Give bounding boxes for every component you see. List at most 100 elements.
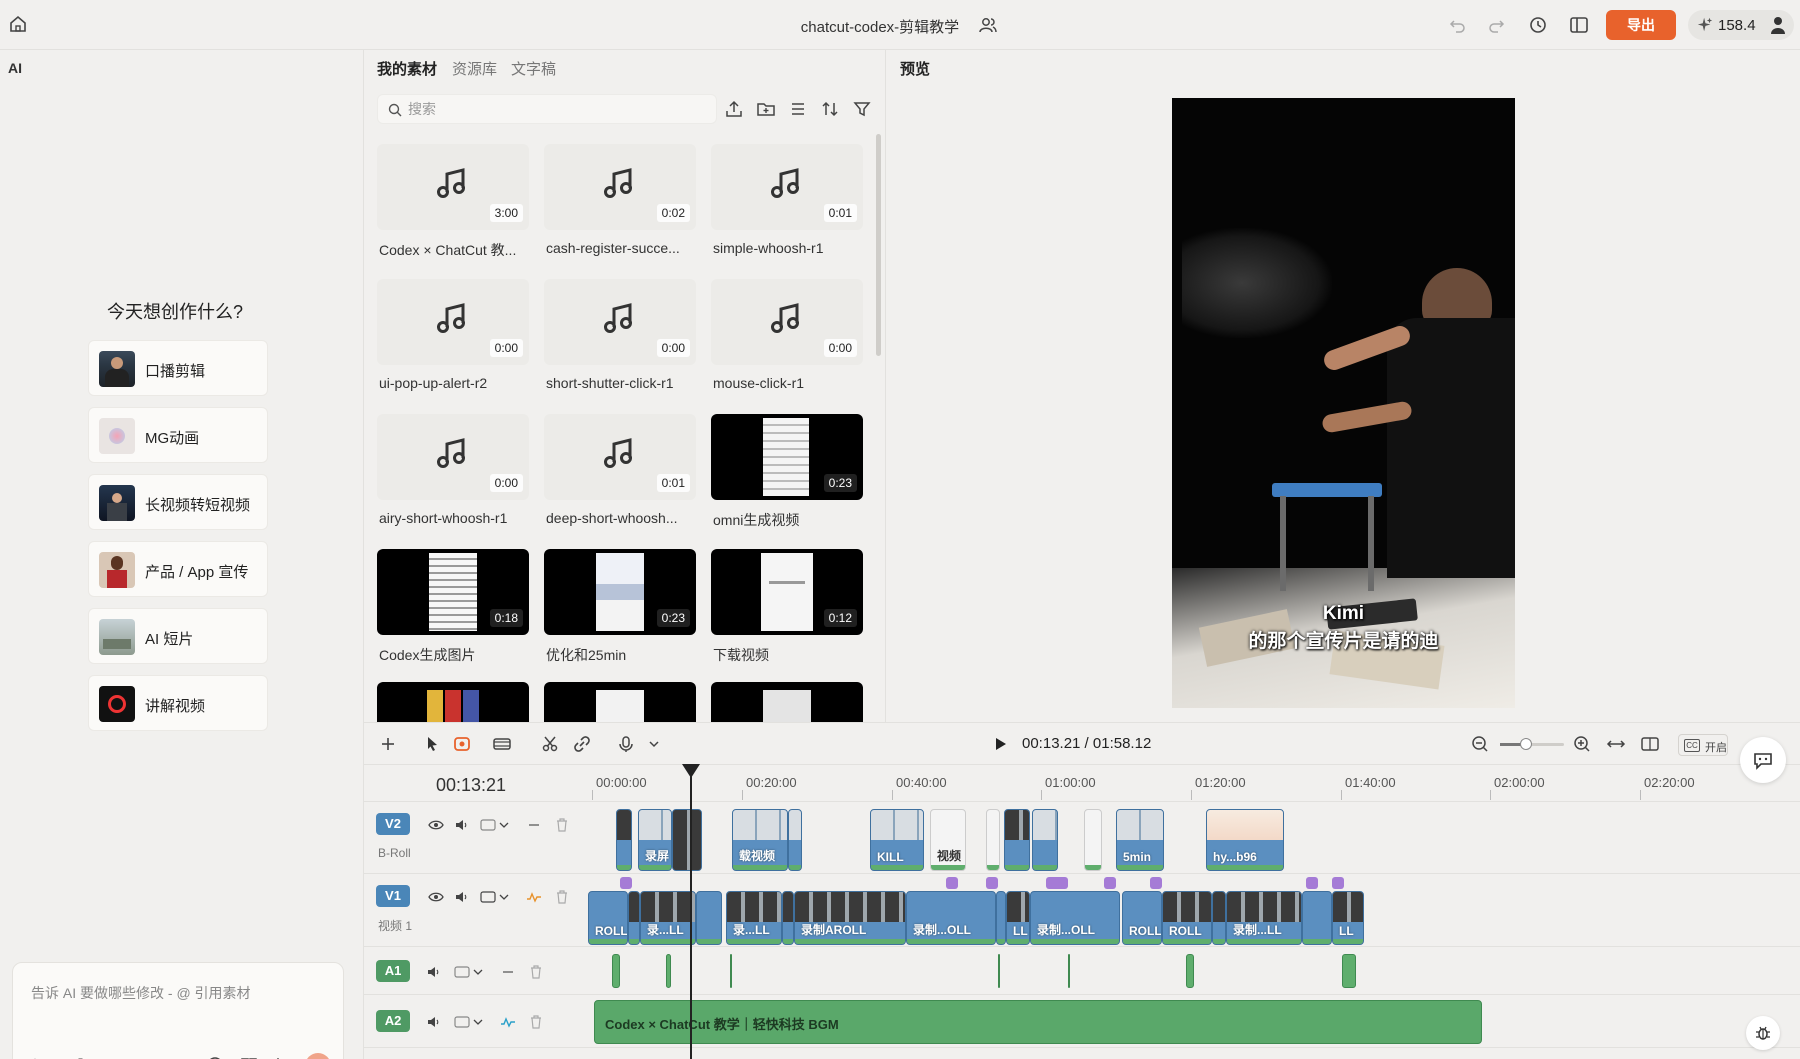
media-item[interactable]: 0:00 ui-pop-up-alert-r2 (377, 279, 529, 407)
captions-toggle[interactable]: CC 开启 (1678, 734, 1728, 756)
timeline-clip[interactable] (628, 891, 640, 945)
search-box[interactable] (377, 94, 717, 124)
speaker-icon[interactable] (426, 964, 442, 980)
zoom-slider-knob[interactable] (1520, 738, 1532, 750)
sort-icon[interactable] (820, 99, 840, 119)
bgm-audio-clip[interactable]: Codex × ChatCut 教学｜轻快科技 BGM (594, 1000, 1482, 1044)
timeline-clip[interactable] (1212, 891, 1226, 945)
filter-icon[interactable] (852, 99, 872, 119)
collaborators-icon[interactable] (978, 15, 998, 35)
audio-clip[interactable] (1068, 954, 1070, 988)
timeline-clip[interactable]: 载视频 (732, 809, 788, 871)
timeline-clip[interactable] (1004, 809, 1030, 871)
audio-clip[interactable] (666, 954, 671, 988)
track-badge[interactable]: A2 (376, 1010, 410, 1032)
template-ai-short[interactable]: AI 短片 (88, 608, 268, 664)
template-talking-head[interactable]: 口播剪辑 (88, 340, 268, 396)
audio-clip[interactable] (730, 954, 732, 988)
microphone-icon[interactable] (616, 734, 636, 754)
film-strip-icon[interactable] (492, 734, 512, 754)
eye-icon[interactable] (428, 889, 444, 905)
media-item[interactable]: 0:01 deep-short-whoosh... (544, 414, 696, 542)
media-item[interactable]: 0:00 short-shutter-click-r1 (544, 279, 696, 407)
media-item[interactable]: 0:02 cash-register-succe... (544, 144, 696, 272)
trash-icon[interactable] (554, 817, 570, 833)
timeline-clip[interactable]: ROLL (588, 891, 628, 945)
track-badge[interactable]: V1 (376, 885, 410, 907)
captions-icon[interactable] (480, 889, 496, 905)
avatar[interactable] (1768, 15, 1788, 35)
template-long-to-short[interactable]: 长视频转短视频 (88, 474, 268, 530)
tab-transcript[interactable]: 文字稿 (511, 58, 556, 79)
audio-clip[interactable] (998, 954, 1000, 988)
playhead[interactable] (690, 770, 692, 1059)
settings-sliders-icon[interactable] (73, 1055, 93, 1059)
tab-my-assets[interactable]: 我的素材 (377, 58, 437, 79)
chevron-down-icon[interactable] (470, 964, 486, 980)
timeline-clip[interactable] (996, 891, 1006, 945)
media-item[interactable]: 0:18 Codex生成图片 (377, 549, 529, 677)
media-thumbnail[interactable] (377, 682, 529, 722)
audio-clip[interactable] (1186, 954, 1194, 988)
magnet-snap-icon[interactable] (452, 734, 472, 754)
track-badge[interactable]: V2 (376, 813, 410, 835)
timeline-clip[interactable]: LL (1332, 891, 1364, 945)
timeline-clip[interactable] (986, 809, 1000, 871)
book-icon[interactable] (239, 1055, 259, 1059)
speaker-icon[interactable] (454, 817, 470, 833)
minus-icon[interactable] (500, 964, 516, 980)
new-folder-icon[interactable] (756, 99, 776, 119)
eye-icon[interactable] (428, 817, 444, 833)
timeline-clip[interactable]: 录制AROLL (794, 891, 906, 945)
bug-report-button[interactable] (1746, 1016, 1780, 1050)
track-lane-a1[interactable] (586, 948, 1800, 995)
media-item[interactable]: 0:00 mouse-click-r1 (711, 279, 863, 407)
export-button[interactable]: 导出 (1606, 10, 1676, 40)
zoom-slider[interactable] (1500, 738, 1564, 750)
home-icon[interactable] (8, 14, 28, 34)
chevron-down-icon[interactable] (496, 817, 512, 833)
timeline-clip[interactable]: KILL (870, 809, 924, 871)
panel-toggle-icon[interactable] (1640, 734, 1660, 754)
zoom-in-icon[interactable] (1572, 734, 1592, 754)
timeline-clip[interactable]: 视频 (930, 809, 966, 871)
timeline-clip[interactable]: LL (1006, 891, 1030, 945)
track-lane-v2[interactable]: 录屏 载视频 KILL 视频 5min hy...b96 (586, 803, 1800, 874)
add-icon[interactable] (171, 1055, 191, 1059)
template-product-promo[interactable]: 产品 / App 宣传 (88, 541, 268, 597)
chevron-down-icon[interactable] (470, 1014, 486, 1030)
media-item[interactable]: 0:01 simple-whoosh-r1 (711, 144, 863, 272)
waveform-icon[interactable] (526, 889, 542, 905)
redo-icon[interactable] (1486, 15, 1506, 35)
ai-mode-icon[interactable] (27, 1055, 47, 1059)
send-button[interactable] (305, 1053, 331, 1059)
timeline-clip[interactable]: 录...LL (640, 891, 696, 945)
timeline-clip[interactable] (672, 809, 702, 871)
play-icon[interactable] (990, 734, 1010, 754)
palette-icon[interactable] (205, 1055, 225, 1059)
credits-badge[interactable]: 158.4 (1688, 10, 1794, 40)
trash-icon[interactable] (528, 1014, 544, 1030)
chevron-down-icon[interactable] (644, 734, 664, 754)
speaker-icon[interactable] (454, 889, 470, 905)
chevron-down-icon[interactable] (496, 889, 512, 905)
timeline-clip[interactable] (1302, 891, 1332, 945)
timeline-clip[interactable] (1032, 809, 1058, 871)
select-cursor-icon[interactable] (422, 734, 442, 754)
captions-icon[interactable] (454, 1014, 470, 1030)
template-explainer[interactable]: 讲解视频 (88, 675, 268, 731)
track-lane-a2[interactable]: Codex × ChatCut 教学｜轻快科技 BGM (586, 996, 1800, 1048)
history-icon[interactable] (1528, 15, 1548, 35)
minus-icon[interactable] (526, 817, 542, 833)
timeline-clip[interactable]: 录制...OLL (906, 891, 996, 945)
media-thumbnail[interactable] (544, 682, 696, 722)
timeline-clip[interactable]: 录制...OLL (1030, 891, 1120, 945)
magic-cursor-icon[interactable] (273, 1055, 293, 1059)
ai-chat-box[interactable]: 告诉 AI 要做哪些修改 - @ 引用素材 (12, 962, 344, 1059)
upload-icon[interactable] (724, 99, 744, 119)
media-item[interactable]: 0:23 omni生成视频 (711, 414, 863, 542)
audio-clip[interactable] (1342, 954, 1356, 988)
timeline-clip[interactable]: 录...LL (726, 891, 782, 945)
timeline-clip[interactable] (616, 809, 632, 871)
timeline-clip[interactable]: 5min (1116, 809, 1164, 871)
